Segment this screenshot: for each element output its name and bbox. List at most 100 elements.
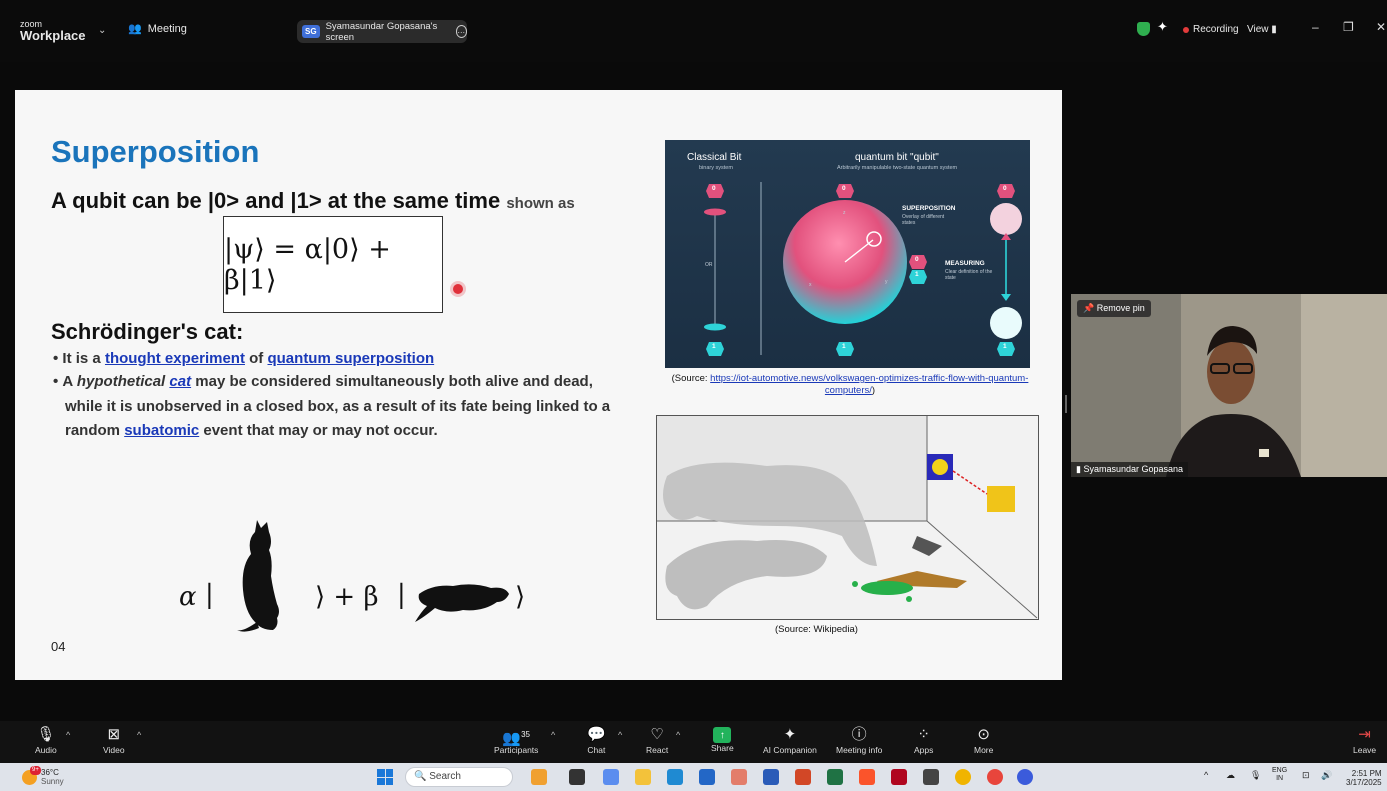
more-icon[interactable]: … (455, 25, 467, 38)
ai-companion-label: AI Companion (763, 745, 817, 755)
participants-label: Participants (494, 745, 539, 755)
leave-button[interactable]: ⇥ Leave (1353, 725, 1376, 755)
meeting-menu-button[interactable]: 👥 Meeting (128, 22, 187, 36)
security-shield-icon[interactable] (1137, 22, 1150, 36)
pin-icon: 📌 (1083, 303, 1095, 313)
video-button[interactable]: ⊠ Video (103, 725, 125, 755)
ai-companion-button[interactable]: ✦ AI Companion (763, 725, 817, 755)
share-label: Share (711, 743, 734, 753)
clock-date: 3/17/2025 (1346, 778, 1382, 787)
taskbar-search[interactable]: 🔍 Search (405, 767, 513, 787)
bullet-2-italic: hypothetical (76, 373, 166, 390)
react-caret-icon[interactable]: ^ (676, 730, 680, 740)
record-dot-icon (1183, 26, 1189, 33)
react-button[interactable]: ♡ React (646, 725, 668, 755)
qubit-graphics (704, 182, 1022, 356)
widgets-app-icon[interactable] (531, 769, 547, 785)
language-indicator[interactable]: ENG IN (1272, 767, 1287, 783)
weather-badge: 9+ (30, 766, 41, 775)
source-1-link[interactable]: https://iot-automotive.news/volkswagen-o… (710, 373, 1028, 396)
slide-subtitle-small: shown as (506, 195, 575, 212)
axis-z-label: z (843, 210, 846, 216)
leave-label: Leave (1353, 745, 1377, 755)
remove-pin-label: Remove pin (1096, 303, 1145, 313)
box-illustration (657, 416, 1038, 619)
slide-subtitle-main: A qubit can be |0> and |1> at the same t… (51, 188, 501, 213)
info-icon: ⓘ (851, 726, 867, 743)
participants-button[interactable]: 👥35 Participants (494, 725, 538, 755)
ai-sparkle-icon[interactable]: ✦ (1157, 19, 1168, 35)
apps-button[interactable]: ⁘ Apps (914, 725, 933, 755)
bit-zero-label: 0 (712, 185, 716, 192)
audio-button[interactable]: 🎙 Audio (35, 725, 57, 755)
measure-zero-label: 0 (915, 256, 919, 263)
zoom-app-icon[interactable] (1017, 769, 1033, 785)
share-button[interactable]: ↑ Share (711, 725, 734, 753)
ket-bar-1: | (205, 580, 214, 610)
measured-one-label: 1 (1003, 343, 1007, 350)
brave-browser-icon[interactable] (859, 769, 875, 785)
excel-icon[interactable] (827, 769, 843, 785)
more-button[interactable]: ⊙ More (974, 725, 993, 755)
link-quantum-superposition[interactable]: quantum superposition (267, 350, 434, 367)
close-icon[interactable]: ✕ (1376, 20, 1386, 34)
react-icon: ♡ (650, 726, 664, 743)
netflix-icon[interactable] (891, 769, 907, 785)
region-code: IN (1276, 775, 1284, 782)
task-view-icon[interactable] (569, 769, 585, 785)
bullet-2-prefix: A (62, 373, 73, 390)
ket-close: ⟩ (515, 582, 526, 612)
link-subatomic[interactable]: subatomic (124, 422, 199, 439)
bullet-1-prefix: It is a (62, 350, 101, 367)
video-options-caret-icon[interactable]: ^ (137, 730, 141, 740)
video-off-icon: ⊠ (107, 726, 121, 743)
tray-overflow-icon[interactable]: ^ (1204, 770, 1208, 780)
chat-button[interactable]: 💬 Chat (587, 725, 606, 755)
system-clock[interactable]: 2:51 PM 3/17/2025 (1346, 769, 1382, 787)
store-icon[interactable] (699, 769, 715, 785)
word-icon[interactable] (763, 769, 779, 785)
panel-resize-handle[interactable] (1065, 395, 1067, 413)
view-button[interactable]: View ▮ (1247, 24, 1277, 35)
more-label: More (974, 745, 994, 755)
source-1-caption: (Source: https://iot-automotive.news/vol… (670, 373, 1030, 397)
photos-app-icon[interactable] (731, 769, 747, 785)
file-explorer-icon[interactable] (635, 769, 651, 785)
weather-widget[interactable]: 9+ 36°C Sunny (22, 766, 64, 786)
chrome-profile-icon[interactable] (987, 769, 1003, 785)
link-thought-experiment[interactable]: thought experiment (105, 350, 245, 367)
participant-video-tile[interactable]: 📌 Remove pin ▮ Syamasundar Gopasana (1071, 294, 1387, 477)
remove-pin-button[interactable]: 📌 Remove pin (1077, 300, 1151, 317)
measuring-label: MEASURING (945, 260, 985, 267)
copilot-icon[interactable] (603, 769, 619, 785)
windows-start-icon[interactable] (377, 769, 393, 785)
participants-caret-icon[interactable]: ^ (551, 730, 555, 740)
axis-y-label: y (885, 279, 888, 285)
restore-icon[interactable]: ❐ (1343, 20, 1354, 34)
participant-name: Syamasundar Gopasana (1083, 464, 1184, 474)
chevron-down-icon[interactable]: ⌄ (98, 25, 106, 36)
audio-options-caret-icon[interactable]: ^ (66, 730, 70, 740)
recording-indicator[interactable]: Recording (1183, 24, 1239, 35)
chrome-icon[interactable] (955, 769, 971, 785)
mail-icon[interactable] (923, 769, 939, 785)
screen-share-indicator[interactable]: SG Syamasundar Gopasana's screen … (297, 20, 467, 43)
powerpoint-icon[interactable] (795, 769, 811, 785)
minimize-icon[interactable]: – (1312, 20, 1319, 34)
network-icon[interactable]: ⊡ (1302, 770, 1310, 781)
bullet-2-line3-post: event that may or may not occur. (203, 422, 438, 439)
ket-bar-2: | (397, 580, 406, 610)
recording-label: Recording (1193, 24, 1239, 35)
edge-browser-icon[interactable] (667, 769, 683, 785)
search-icon: 🔍 (414, 771, 427, 782)
tray-microphone-icon[interactable]: 🎙 (1250, 770, 1261, 781)
volume-icon[interactable]: 🔊 (1321, 770, 1332, 781)
superposition-sub: Overlay of different states (902, 214, 945, 226)
sharer-avatar: SG (302, 25, 320, 38)
cat-state-equation: α | ⟩ + β | ⟩ (175, 520, 535, 640)
meeting-info-button[interactable]: ⓘ Meeting info (836, 725, 882, 755)
onedrive-icon[interactable]: ☁ (1226, 770, 1235, 781)
chat-caret-icon[interactable]: ^ (618, 730, 622, 740)
link-cat[interactable]: cat (169, 373, 191, 390)
share-screen-icon: ↑ (713, 727, 732, 743)
